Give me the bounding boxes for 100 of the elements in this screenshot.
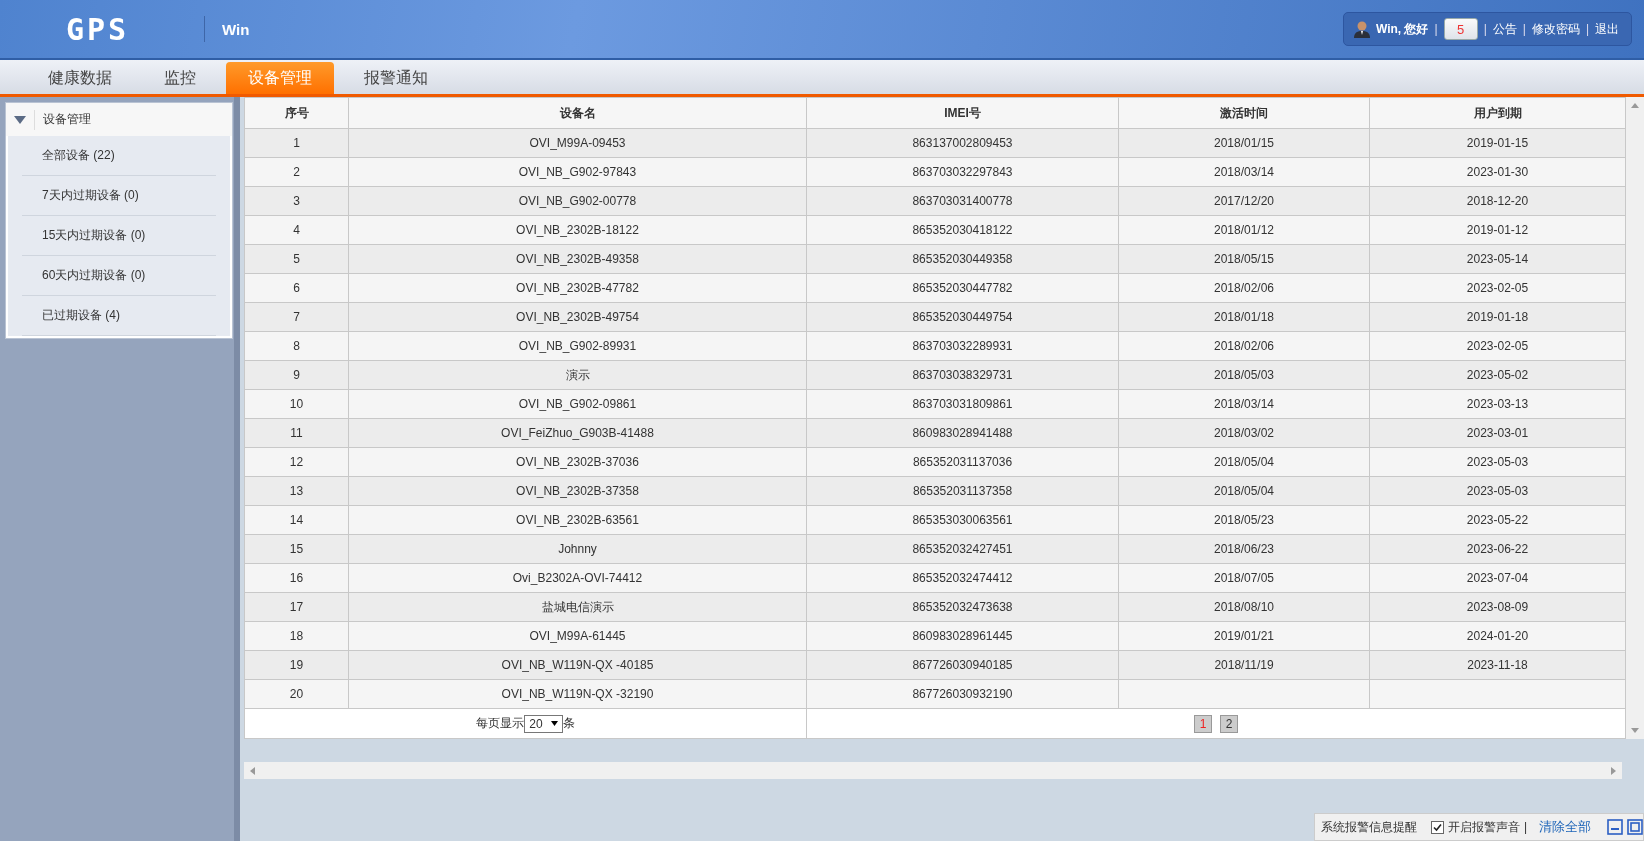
table-cell: 865352030418122	[806, 215, 1119, 245]
separator: |	[1483, 22, 1487, 36]
table-cell: 演示	[348, 360, 807, 390]
table-cell: 2	[244, 157, 349, 187]
table-cell: 2018/05/04	[1118, 447, 1370, 477]
table-cell: 盐城电信演示	[348, 592, 807, 622]
table-cell: 2017/12/20	[1118, 186, 1370, 216]
table-cell: 10	[244, 389, 349, 419]
table-cell: 865352030449754	[806, 302, 1119, 332]
minimize-icon[interactable]	[1607, 819, 1623, 835]
table-cell: OVI_NB_2302B-18122	[348, 215, 807, 245]
logo: GPS	[66, 11, 131, 47]
header-link[interactable]: 退出	[1595, 20, 1619, 38]
separator: |	[1523, 820, 1527, 834]
table-cell: 4	[244, 215, 349, 245]
table-cell: OVI_NB_2302B-37358	[348, 476, 807, 506]
nav-tab[interactable]: 健康数据	[26, 62, 134, 94]
table-cell: 860983028941488	[806, 418, 1119, 448]
table-cell: OVI_NB_2302B-49358	[348, 244, 807, 274]
table-cell: 2023-03-01	[1369, 418, 1626, 448]
table-cell: 865352032474412	[806, 563, 1119, 593]
table-cell: 865353030063561	[806, 505, 1119, 535]
header-link[interactable]: 公告	[1492, 20, 1517, 38]
table-cell: OVI_NB_2302B-37036	[348, 447, 807, 477]
table-cell: 860983028961445	[806, 621, 1119, 651]
table-cell: 2018/05/04	[1118, 476, 1370, 506]
greeting-text: Win, 您好	[1375, 20, 1429, 38]
table-cell: 2023-05-02	[1369, 360, 1626, 390]
table-cell: 2024-01-20	[1369, 621, 1626, 651]
table-cell: 865352032473638	[806, 592, 1119, 622]
column-header[interactable]: 设备名	[348, 97, 807, 129]
table-cell: 865352030449358	[806, 244, 1119, 274]
caret-icon	[550, 721, 558, 726]
separator: |	[1585, 22, 1589, 36]
table-cell: 7	[244, 302, 349, 332]
table-cell: 863703032289931	[806, 331, 1119, 361]
account-name: Win	[222, 20, 250, 38]
table-cell: OVI_FeiZhuo_G903B-41488	[348, 418, 807, 448]
maximize-icon[interactable]	[1627, 819, 1643, 835]
table-cell: 2023-01-30	[1369, 157, 1626, 187]
page-size-dropdown[interactable]: 20	[524, 714, 563, 733]
page-button[interactable]: 2	[1220, 714, 1238, 733]
caret-icon[interactable]	[14, 115, 26, 124]
horizontal-scrollbar[interactable]	[244, 762, 1622, 779]
table-cell: OVI_NB_2302B-47782	[348, 273, 807, 303]
nav-tab[interactable]: 监控	[142, 62, 218, 94]
sidebar-item[interactable]: 60天内过期设备 (0)	[22, 256, 216, 296]
table-cell: 2023-11-18	[1369, 650, 1626, 680]
scroll-up-icon[interactable]	[1631, 103, 1639, 108]
table-cell: 2019-01-15	[1369, 128, 1626, 158]
table-cell: 13	[244, 476, 349, 506]
sound-label: 开启报警声音	[1447, 818, 1520, 836]
column-header[interactable]: 序号	[244, 97, 349, 129]
table-cell: 14	[244, 505, 349, 535]
table-cell: 2023-06-22	[1369, 534, 1626, 564]
separator: |	[1434, 22, 1438, 36]
table-cell: 5	[244, 244, 349, 274]
sidebar-item[interactable]: 15天内过期设备 (0)	[22, 216, 216, 256]
separator: |	[1522, 22, 1526, 36]
table-cell: 2023-08-09	[1369, 592, 1626, 622]
table-cell: 2018/01/12	[1118, 215, 1370, 245]
table-cell: 865352031137036	[806, 447, 1119, 477]
checkbox[interactable]	[1430, 820, 1444, 834]
sidebar-item[interactable]: 全部设备 (22)	[22, 136, 216, 176]
tree-title: 设备管理	[43, 111, 91, 128]
table-cell: 8	[244, 331, 349, 361]
table-cell: 2023-02-05	[1369, 331, 1626, 361]
message-count-button[interactable]: 5	[1443, 18, 1478, 40]
table-cell: OVI_NB_G902-00778	[348, 186, 807, 216]
table-cell: 2018/02/06	[1118, 331, 1370, 361]
scroll-down-icon[interactable]	[1631, 728, 1639, 733]
scroll-right-icon[interactable]	[1611, 766, 1616, 775]
table-cell: 2019-01-18	[1369, 302, 1626, 332]
table-cell: 863703031400778	[806, 186, 1119, 216]
table-cell: 863137002809453	[806, 128, 1119, 158]
table-cell: 865352031137358	[806, 476, 1119, 506]
table-cell: 9	[244, 360, 349, 390]
table-cell: 2023-05-03	[1369, 476, 1626, 506]
clear-all-link[interactable]: 清除全部	[1539, 818, 1591, 836]
column-header[interactable]: IMEI号	[806, 97, 1119, 129]
table-cell: 2018/03/02	[1118, 418, 1370, 448]
tree-header[interactable]: 设备管理	[6, 103, 232, 136]
table-cell: Ovi_B2302A-OVI-74412	[348, 563, 807, 593]
table-cell: OVI_NB_2302B-49754	[348, 302, 807, 332]
scroll-left-icon[interactable]	[250, 766, 255, 775]
table-cell: 2023-05-14	[1369, 244, 1626, 274]
table-cell: 2018/02/06	[1118, 273, 1370, 303]
sidebar-item[interactable]: 7天内过期设备 (0)	[22, 176, 216, 216]
header-link[interactable]: 修改密码	[1531, 20, 1580, 38]
table-cell: 2018/05/15	[1118, 244, 1370, 274]
table-cell: 863703031809861	[806, 389, 1119, 419]
user-avatar-icon	[1353, 20, 1370, 38]
column-header[interactable]: 激活时间	[1118, 97, 1370, 129]
column-header[interactable]: 用户到期	[1369, 97, 1626, 129]
vertical-scrollbar[interactable]	[1626, 97, 1644, 739]
table-cell: 2018/01/15	[1118, 128, 1370, 158]
sidebar-item[interactable]: 已过期设备 (4)	[22, 296, 216, 336]
table-cell: 1	[244, 128, 349, 158]
table-cell: OVI_NB_2302B-63561	[348, 505, 807, 535]
nav-tab[interactable]: 报警通知	[342, 62, 450, 94]
